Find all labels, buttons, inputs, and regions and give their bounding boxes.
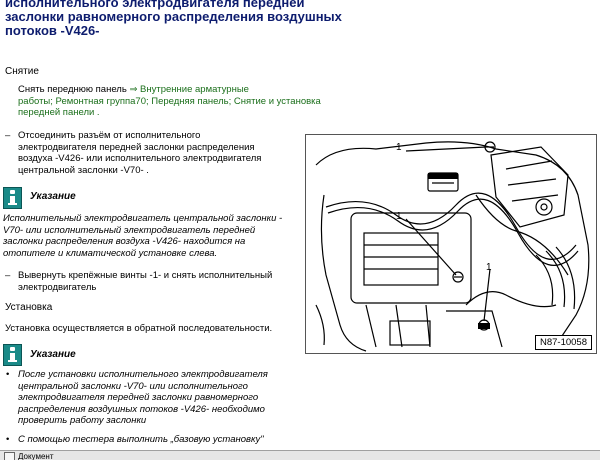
note-line: центральной заслонки -V70- или исполните… bbox=[18, 380, 248, 392]
repair-link[interactable]: работы; Ремонтная группа70; Передняя пан… bbox=[18, 96, 321, 108]
note-line: заслонки распределения воздуха -V426- на… bbox=[3, 236, 246, 247]
note-line: отопителе и климатической установке слев… bbox=[3, 247, 218, 259]
note-text: Исполнительный электродвигатель централь… bbox=[3, 213, 282, 259]
step-line: электродвигателя передней заслонки распр… bbox=[18, 141, 255, 153]
step-line: воздуха -V426- или исполнительного элект… bbox=[18, 153, 262, 164]
technical-illustration: 1 1 1 N87-10058 bbox=[305, 134, 597, 354]
step-text: Снять переднюю панель bbox=[18, 84, 130, 95]
note-line: Исполнительный электродвигатель централь… bbox=[3, 213, 283, 224]
callout-label: 1 bbox=[396, 142, 402, 153]
step-line: электродвигатель bbox=[18, 281, 97, 293]
step-unscrew: – Вывернуть крепёжные винты -1- и снять … bbox=[5, 270, 273, 293]
tab-document[interactable]: Документ bbox=[18, 452, 54, 460]
step-line: Снять переднюю панель ⇒ Внутренние армат… bbox=[18, 84, 321, 96]
note-title: Указание bbox=[30, 191, 76, 202]
step-disconnect: – Отсоединить разъём от исполнительного … bbox=[5, 130, 262, 176]
info-icon bbox=[3, 187, 22, 209]
step-line: Отсоединить разъём от исполнительного bbox=[18, 130, 201, 141]
note-line: С помощью тестера выполнить „базовую уст… bbox=[18, 434, 264, 445]
document-page: исполнительного электродвигателя передне… bbox=[0, 0, 600, 460]
note-line: После установки исполнительного электрод… bbox=[18, 369, 268, 380]
bottom-bar bbox=[0, 450, 600, 460]
document-icon bbox=[4, 452, 15, 460]
bullet-marker: • bbox=[6, 369, 10, 380]
bullet-marker: • bbox=[6, 434, 10, 445]
callout-label: 1 bbox=[396, 211, 402, 222]
section-label-removal: Снятие bbox=[5, 66, 39, 77]
section-label-install: Установка bbox=[5, 302, 53, 313]
motor-drawing bbox=[315, 141, 590, 352]
callout-label: 1 bbox=[486, 262, 492, 273]
note-line: V70- или исполнительный электродвигатель… bbox=[3, 224, 256, 236]
note-line: электродвигателя передней заслонки равно… bbox=[18, 392, 259, 403]
info-icon bbox=[3, 344, 22, 366]
figure-code: N87-10058 bbox=[534, 335, 592, 350]
title-line: потоков -V426- bbox=[5, 23, 100, 38]
dash-marker: – bbox=[5, 270, 11, 281]
title-line: заслонки равномерного распределения возд… bbox=[5, 9, 342, 24]
step-line: Вывернуть крепёжные винты -1- и снять ис… bbox=[18, 270, 273, 281]
note-title: Указание bbox=[30, 349, 76, 360]
note-line: проверить работу заслонки bbox=[18, 415, 147, 426]
page-title: исполнительного электродвигателя передне… bbox=[5, 0, 385, 38]
step-remove-panel: Снять переднюю панель ⇒ Внутренние армат… bbox=[18, 84, 321, 119]
dash-marker: – bbox=[5, 130, 11, 141]
step-line: центральной заслонки -V70- . bbox=[18, 164, 149, 176]
install-text: Установка осуществляется в обратной посл… bbox=[5, 323, 273, 334]
repair-link[interactable]: ⇒ Внутренние арматурные bbox=[129, 84, 249, 95]
note-text: • После установки исполнительного электр… bbox=[6, 369, 268, 427]
note-text: • С помощью тестера выполнить „базовую у… bbox=[6, 434, 264, 446]
note-line: распределения воздушных потоков -V426- н… bbox=[18, 403, 265, 415]
repair-link[interactable]: передней панели . bbox=[18, 107, 321, 119]
